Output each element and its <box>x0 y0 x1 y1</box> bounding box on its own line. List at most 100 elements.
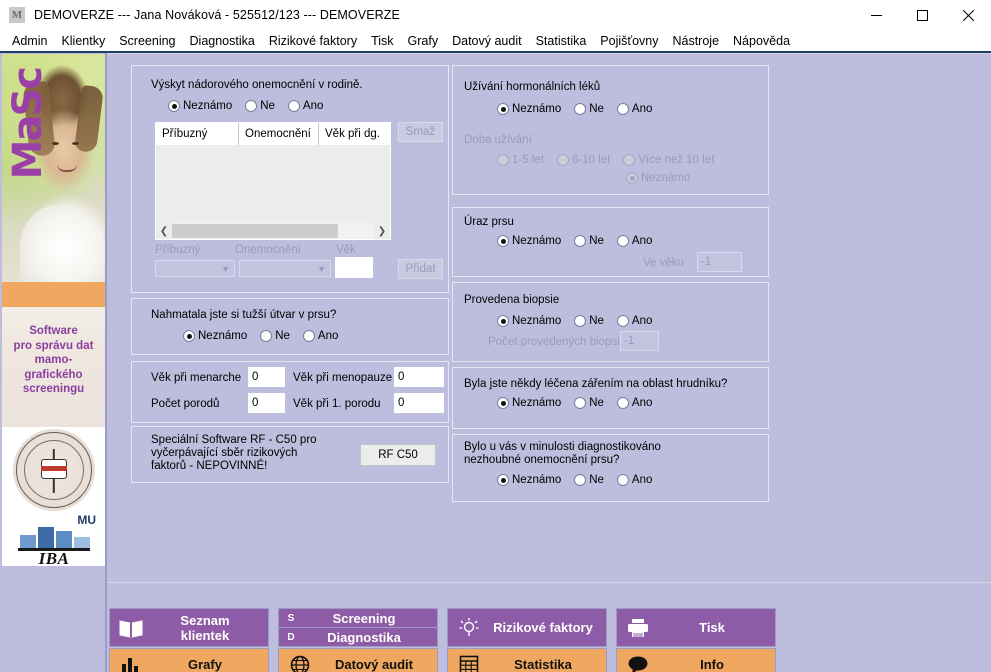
menu-item-screening[interactable]: Screening <box>112 32 182 50</box>
menu-item-napoveda[interactable]: Nápověda <box>726 32 797 50</box>
family-cancer-title: Výskyt nádorového onemocnění v rodině. <box>151 79 363 91</box>
delete-relative-button[interactable]: Smaž <box>398 122 443 142</box>
option-label: Ne <box>260 100 275 112</box>
mou-logo <box>13 429 95 511</box>
bar-chart-icon <box>110 655 152 672</box>
benign-option-ano[interactable]: Ano <box>616 474 652 486</box>
radio-dot <box>497 103 509 115</box>
injury-option-ano[interactable]: Ano <box>616 235 652 247</box>
table-horizontal-scrollbar[interactable]: ❮ ❯ <box>156 223 390 239</box>
menu-item-tisk[interactable]: Tisk <box>364 32 400 50</box>
photo-eye-right <box>72 142 79 145</box>
lump-option-neznamo[interactable]: Neznámo <box>183 330 247 342</box>
hormonal-radiogroup: Neznámo Ne Ano <box>497 103 665 115</box>
tagline-line-2: pro správu dat <box>13 339 94 352</box>
menopause-input[interactable] <box>394 367 444 387</box>
births-input[interactable] <box>248 393 285 413</box>
menu-item-diagnostika[interactable]: Diagnostika <box>183 32 262 50</box>
menu-item-klientky[interactable]: Klientky <box>54 32 112 50</box>
hormonal-option-ano[interactable]: Ano <box>616 103 652 115</box>
menu-item-rizikove-faktory[interactable]: Rizikové faktory <box>262 32 364 50</box>
button-datovy-audit[interactable]: Statistika Datový audit <box>278 648 438 672</box>
benign-option-neznamo[interactable]: Neznámo <box>497 474 561 486</box>
radiation-option-ano[interactable]: Ano <box>616 397 652 409</box>
hormonal-option-neznamo[interactable]: Neznámo <box>497 103 561 115</box>
menu-item-pojistovny[interactable]: Pojišťovny <box>593 32 665 50</box>
menu-item-admin[interactable]: Admin <box>5 32 54 50</box>
scroll-left-arrow[interactable]: ❮ <box>156 223 172 239</box>
option-label: Neznámo <box>512 235 562 247</box>
lightbulb-icon <box>448 617 490 639</box>
relative-field-label: Příbuzný <box>155 244 201 256</box>
duration-option-1-5[interactable]: 1-5 let <box>497 154 544 166</box>
radio-dot <box>623 154 636 166</box>
menu-item-datovy-audit[interactable]: Datový audit <box>445 32 528 50</box>
scroll-thumb[interactable] <box>172 224 338 238</box>
lump-option-ne[interactable]: Ne <box>260 330 290 342</box>
radio-dot <box>497 474 509 486</box>
injury-radiogroup: Neznámo Ne Ano <box>497 235 665 247</box>
button-rizikove-faktory[interactable]: Rizikové faktory <box>447 608 607 647</box>
printer-icon <box>617 618 659 638</box>
biopsy-option-neznamo[interactable]: Neznámo <box>497 315 561 327</box>
first-birth-input[interactable] <box>394 393 444 413</box>
button-tisk[interactable]: Tisk <box>616 608 776 647</box>
family-cancer-radiogroup: Neznámo Ne Ano <box>168 100 336 112</box>
radiation-title: Byla jste někdy léčena zářením na oblast… <box>464 378 728 390</box>
button-seznam-klientek[interactable]: Seznam klientek <box>109 608 269 647</box>
minimize-button[interactable] <box>853 0 899 31</box>
option-label: Ano <box>302 100 324 112</box>
rf-c50-button[interactable]: RF C50 <box>360 444 436 466</box>
iba-logo-text: IBA <box>38 549 70 566</box>
option-label: Ano <box>631 315 653 327</box>
close-button[interactable] <box>945 0 991 31</box>
age-input[interactable] <box>335 257 373 278</box>
injury-option-ne[interactable]: Ne <box>574 235 604 247</box>
radio-dot <box>574 397 587 409</box>
duration-option-6-10[interactable]: 6-10 let <box>556 154 610 166</box>
biopsy-radiogroup: Neznámo Ne Ano <box>497 315 665 327</box>
duration-option-neznamo[interactable]: Neznámo <box>626 172 690 184</box>
radio-dot <box>245 100 258 112</box>
radiation-option-ne[interactable]: Ne <box>574 397 604 409</box>
family-cancer-option-ne[interactable]: Ne <box>245 100 275 112</box>
injury-option-neznamo[interactable]: Neznámo <box>497 235 561 247</box>
shortcut-key: S <box>287 612 295 624</box>
menarche-input[interactable] <box>248 367 285 387</box>
relative-combo[interactable]: ▼ <box>155 260 235 277</box>
button-info[interactable]: Info <box>616 648 776 672</box>
button-grafy[interactable]: Grafy <box>109 648 269 672</box>
hormonal-duration-unknown-row: Neznámo <box>626 172 703 184</box>
option-label: Neznámo <box>641 172 691 184</box>
button-screening-diagnostika[interactable]: S Screening D Diagnostika <box>278 608 438 647</box>
biopsy-count-input[interactable] <box>620 331 659 351</box>
add-relative-button[interactable]: Přidat <box>398 259 443 279</box>
family-cancer-table[interactable]: Příbuzný Onemocnění Věk při dg. ❮ ❯ <box>155 122 391 240</box>
lump-option-ano[interactable]: Ano <box>302 330 338 342</box>
family-cancer-option-neznamo[interactable]: Neznámo <box>168 100 232 112</box>
split-row-screening[interactable]: S Screening <box>278 608 438 627</box>
hormonal-title: Užívání hormonálních léků <box>464 81 601 93</box>
button-statistika[interactable]: Statistika <box>447 648 607 672</box>
biopsy-option-ne[interactable]: Ne <box>574 315 604 327</box>
split-row-diagnostika[interactable]: D Diagnostika <box>278 627 438 647</box>
hormonal-duration-radiogroup: 1-5 let 6-10 let Více než 10 let <box>497 154 727 166</box>
button-label-line-1: Seznam <box>180 612 230 628</box>
application-window: M DEMOVERZE --- Jana Nováková - 525512/1… <box>0 0 991 672</box>
scroll-right-arrow[interactable]: ❯ <box>374 223 390 239</box>
duration-option-more-than-10[interactable]: Více než 10 let <box>623 154 714 166</box>
maximize-button[interactable] <box>899 0 945 31</box>
radio-dot <box>168 100 180 112</box>
injury-age-input[interactable] <box>697 252 742 272</box>
hormonal-option-ne[interactable]: Ne <box>574 103 604 115</box>
photo-shoulder <box>20 204 104 284</box>
menu-item-statistika[interactable]: Statistika <box>529 32 594 50</box>
benign-option-ne[interactable]: Ne <box>574 474 604 486</box>
biopsy-option-ano[interactable]: Ano <box>616 315 653 327</box>
scroll-track[interactable] <box>172 223 374 239</box>
family-cancer-option-ano[interactable]: Ano <box>287 100 324 112</box>
disease-combo[interactable]: ▼ <box>239 260 331 277</box>
menu-item-grafy[interactable]: Grafy <box>401 32 446 50</box>
menu-item-nastroje[interactable]: Nástroje <box>665 32 726 50</box>
radiation-option-neznamo[interactable]: Neznámo <box>497 397 561 409</box>
